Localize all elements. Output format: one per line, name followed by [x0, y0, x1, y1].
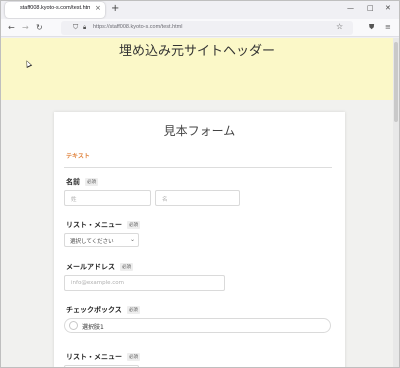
list-select-value: 選択してください [70, 239, 114, 245]
tab-title: staff008.kyoto-s.com/test.html [20, 5, 90, 11]
list2-label: リスト・メニュー 必須 [66, 352, 140, 362]
vertical-scrollbar[interactable] [393, 38, 399, 367]
name-label-text: 名前 [66, 178, 80, 186]
url-text: https://staff008.kyoto-s.com/test.html [93, 24, 183, 30]
required-badge: 必須 [120, 263, 133, 271]
maximize-icon[interactable]: □ [367, 4, 374, 12]
checkbox-option-1[interactable]: 選択肢1 [64, 318, 331, 333]
shield-icon[interactable]: ⛉ [73, 23, 78, 32]
checkbox-label-text: チェックボックス [66, 306, 122, 314]
name-label: 名前 必須 [66, 177, 98, 187]
navigation-toolbar: ← → ↻ ⛉ 🔒︎ https://staff008.kyoto-s.com/… [1, 19, 399, 37]
menu-icon[interactable]: ≡ [385, 23, 391, 31]
list-select[interactable]: 選択してください ⌄ [64, 233, 139, 247]
checkbox-option-text: 選択肢1 [82, 324, 104, 331]
browser-tab[interactable]: staff008.kyoto-s.com/test.html × [5, 2, 105, 18]
divider [64, 167, 332, 168]
email-label: メールアドレス 必須 [66, 262, 133, 272]
minimize-icon[interactable]: — [347, 4, 354, 12]
last-name-input[interactable]: 姓 [64, 190, 151, 206]
required-badge: 必須 [127, 221, 140, 229]
tab-close-icon[interactable]: × [95, 4, 101, 12]
list2-label-text: リスト・メニュー [66, 353, 122, 361]
list-label-text: リスト・メニュー [66, 221, 122, 229]
address-bar[interactable]: ⛉ 🔒︎ https://staff008.kyoto-s.com/test.h… [61, 21, 353, 35]
bookmark-star-icon[interactable]: ☆ [336, 22, 343, 31]
required-badge: 必須 [85, 178, 98, 186]
close-window-icon[interactable]: ✕ [385, 4, 391, 12]
section-label: テキスト [66, 153, 90, 160]
form-title: 見本フォーム [163, 124, 236, 138]
first-name-placeholder: 名 [162, 197, 168, 203]
pocket-icon[interactable]: ⛊ [369, 23, 374, 32]
scrollbar-thumb[interactable] [394, 42, 398, 122]
browser-window: staff008.kyoto-s.com/test.html × + — □ ✕… [0, 0, 400, 368]
chevron-down-icon: ⌄ [129, 236, 135, 243]
required-badge: 必須 [127, 353, 140, 361]
email-placeholder: info@example.com [71, 280, 124, 286]
form-card: 見本フォーム テキスト 名前 必須 姓 名 リスト・メニュー 必須 選択してください… [54, 112, 345, 367]
email-label-text: メールアドレス [66, 263, 115, 271]
last-name-placeholder: 姓 [71, 197, 77, 203]
first-name-input[interactable]: 名 [155, 190, 240, 206]
checkbox-circle[interactable] [69, 321, 78, 330]
tab-strip: staff008.kyoto-s.com/test.html × + — □ ✕ [1, 1, 399, 19]
list-label: リスト・メニュー 必須 [66, 220, 140, 230]
required-badge: 必須 [126, 306, 140, 314]
email-input[interactable]: info@example.com [64, 275, 225, 291]
forward-icon[interactable]: → [22, 23, 29, 33]
reload-icon[interactable]: ↻ [36, 23, 43, 33]
lock-icon[interactable]: 🔒︎ [83, 24, 86, 32]
new-tab-button[interactable]: + [111, 3, 119, 15]
checkbox-label: チェックボックス 必須 [66, 305, 140, 315]
back-icon[interactable]: ← [8, 23, 15, 33]
embed-site-header: 埋め込み元サイトヘッダー [1, 38, 393, 100]
page-content: 埋め込み元サイトヘッダー 見本フォーム テキスト 名前 必須 姓 名 リスト・メニ… [1, 38, 393, 367]
header-title: 埋め込み元サイトヘッダー [118, 44, 275, 59]
mouse-cursor-icon [23, 59, 33, 68]
